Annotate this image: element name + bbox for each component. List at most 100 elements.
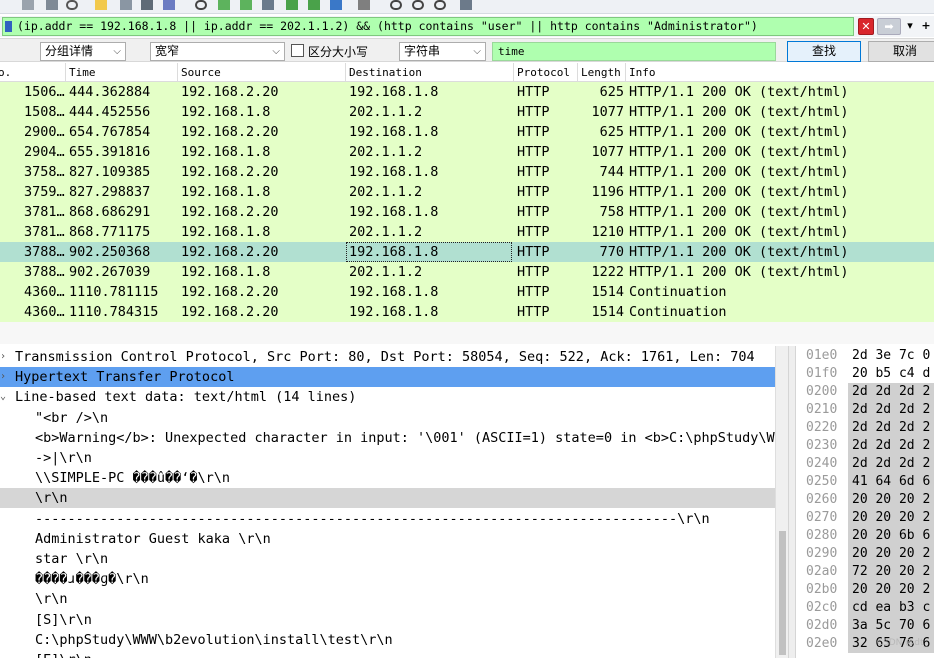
stop-capture-icon[interactable] [22,0,34,10]
packet-row[interactable]: 4360… 1110.784315 192.168.2.20 192.168.1.8 H… [0,302,934,322]
column-header-source[interactable]: Source [181,66,221,79]
detail-text-line[interactable]: [S]\r\n [0,610,775,630]
column-divider[interactable] [577,63,578,82]
hex-row[interactable]: 02c0 cd ea b3 c [796,599,934,617]
display-filter-input[interactable]: (ip.addr == 192.168.1.8 || ip.addr == 20… [2,17,854,36]
hex-row[interactable]: 0240 2d 2d 2d 2 [796,455,934,473]
go-forward-icon[interactable] [240,0,252,10]
cancel-button[interactable]: 取消 [868,41,934,62]
packet-row[interactable]: 1506… 444.362884 192.168.2.20 192.168.1.8 HT… [0,82,934,102]
clear-filter-button[interactable]: ✕ [858,18,874,35]
filter-history-button[interactable]: ▾ [903,18,917,35]
search-type-select[interactable]: 字符串 ⌵ [399,42,486,61]
packet-row[interactable]: 3781… 868.686291 192.168.2.20 192.168.1.8 HT… [0,202,934,222]
column-divider[interactable] [177,63,178,82]
cell-no: 2904… [24,144,65,160]
detail-tree-item[interactable]: › Hypertext Transfer Protocol [0,367,775,388]
zoom-in-icon[interactable] [390,0,402,10]
column-header-protocol[interactable]: Protocol [517,66,570,79]
details-scrollbar[interactable] [775,346,788,658]
hex-row[interactable]: 0260 20 20 20 2 [796,491,934,509]
packet-row[interactable]: 2904… 655.391816 192.168.1.8 202.1.1.2 HTTP 1… [0,142,934,162]
hex-row[interactable]: 0270 20 20 20 2 [796,509,934,527]
expanded-arrow-icon[interactable]: ⌄ [0,387,12,407]
column-divider[interactable] [625,63,626,82]
detail-text-line[interactable]: C:\phpStudy\WWW\b2evolution\install\test… [0,630,775,650]
apply-filter-button[interactable]: ➡ [877,18,901,35]
column-header-length[interactable]: Length [581,66,621,79]
column-divider[interactable] [513,63,514,82]
hex-row[interactable]: 0290 20 20 20 2 [796,545,934,563]
detail-text-line[interactable]: \r\n [0,589,775,609]
detail-text: ->|\r\n [35,450,92,466]
find-button[interactable]: 查找 [787,41,861,62]
detail-text-line[interactable]: Administrator Guest kaka \r\n [0,529,775,549]
packet-row[interactable]: 3759… 827.298837 192.168.1.8 202.1.1.2 HTTP 1… [0,182,934,202]
collapsed-arrow-icon[interactable]: › [0,367,12,387]
packet-row[interactable]: 4360… 1110.781115 192.168.2.20 192.168.1.8 H… [0,282,934,302]
go-first-icon[interactable] [286,0,298,10]
detail-text-line[interactable]: ����ɹ���ɡ�\r\n [0,569,775,589]
hex-row[interactable]: 0200 2d 2d 2d 2 [796,383,934,401]
go-to-packet-icon[interactable] [262,0,274,10]
cell-length: 625 [599,124,624,140]
char-width-select[interactable]: 宽窄 ⌵ [150,42,285,61]
hex-row[interactable]: 02b0 20 20 20 2 [796,581,934,599]
collapsed-arrow-icon[interactable]: › [0,347,12,367]
cell-length: 1514 [591,284,624,300]
open-file-icon[interactable] [95,0,107,10]
hex-row[interactable]: 0210 2d 2d 2d 2 [796,401,934,419]
detail-text-line[interactable]: <b>Warning</b>: Unexpected character in … [0,428,775,448]
column-header-info[interactable]: Info [629,66,656,79]
hex-row[interactable]: 0280 20 20 6b 6 [796,527,934,545]
close-file-icon[interactable] [141,0,153,10]
packet-row[interactable]: 1508… 444.452556 192.168.1.8 202.1.1.2 HTTP 1… [0,102,934,122]
detail-text-line[interactable]: \r\n [0,488,775,509]
filter-bookmark-icon[interactable] [5,21,12,32]
detail-text-line[interactable]: \\SIMPLE-PC ���û��‘�\r\n [0,468,775,488]
hex-row[interactable]: 01f0 20 b5 c4 d [796,365,934,383]
packet-row[interactable]: 3781… 868.771175 192.168.1.8 202.1.1.2 HTTP 1… [0,222,934,242]
zoom-out-icon[interactable] [412,0,424,10]
find-packet-icon[interactable] [195,0,207,10]
detail-text-line[interactable]: star \r\n [0,549,775,569]
detail-text-line[interactable]: ----------------------------------------… [0,509,775,529]
detail-text-line[interactable]: [E]\r\n [0,650,775,658]
hex-row[interactable]: 0220 2d 2d 2d 2 [796,419,934,437]
column-header-time[interactable]: Time [69,66,96,79]
packet-row[interactable]: 2900… 654.767854 192.168.2.20 192.168.1.8 HT… [0,122,934,142]
add-filter-button[interactable]: + [919,18,933,35]
details-scrollbar-thumb[interactable] [779,531,786,655]
column-divider[interactable] [345,63,346,82]
hex-row[interactable]: 0230 2d 2d 2d 2 [796,437,934,455]
zoom-reset-icon[interactable] [434,0,446,10]
hex-row[interactable]: 02a0 72 20 20 2 [796,563,934,581]
resize-columns-icon[interactable] [460,0,472,10]
go-back-icon[interactable] [218,0,230,10]
detail-tree-item[interactable]: ⌄ Line-based text data: text/html (14 lin… [0,387,775,407]
autoscroll-icon[interactable] [330,0,342,10]
packet-row[interactable]: 3788… 902.250368 192.168.2.20 192.168.1.8 HT… [0,242,934,262]
hex-row[interactable]: 02d0 3a 5c 70 6 [796,617,934,635]
find-text-input[interactable]: time [492,42,776,61]
case-sensitive-checkbox[interactable] [291,44,304,57]
column-header-destination[interactable]: Destination [349,66,422,79]
colorize-icon[interactable] [358,0,370,10]
detail-text-line[interactable]: "<br />\n [0,408,775,428]
hex-row[interactable]: 0250 41 64 6d 6 [796,473,934,491]
column-divider[interactable] [65,63,66,82]
packet-row[interactable]: 3758… 827.109385 192.168.2.20 192.168.1.8 HT… [0,162,934,182]
search-in-select[interactable]: 分组详情 ⌵ [40,42,126,61]
cell-time: 868.771175 [69,224,151,240]
detail-text-line[interactable]: ->|\r\n [0,448,775,468]
column-header-no[interactable]: o. [0,66,11,79]
pane-splitter[interactable] [788,346,796,658]
detail-tree-item[interactable]: › Transmission Control Protocol, Src Port… [0,347,775,367]
capture-options-icon[interactable] [66,0,78,10]
restart-capture-icon[interactable] [46,0,58,10]
go-last-icon[interactable] [308,0,320,10]
reload-file-icon[interactable] [163,0,175,10]
save-file-icon[interactable] [120,0,132,10]
hex-row[interactable]: 01e0 2d 3e 7c 0 [796,347,934,365]
packet-row[interactable]: 3788… 902.267039 192.168.1.8 202.1.1.2 HTTP 1… [0,262,934,282]
